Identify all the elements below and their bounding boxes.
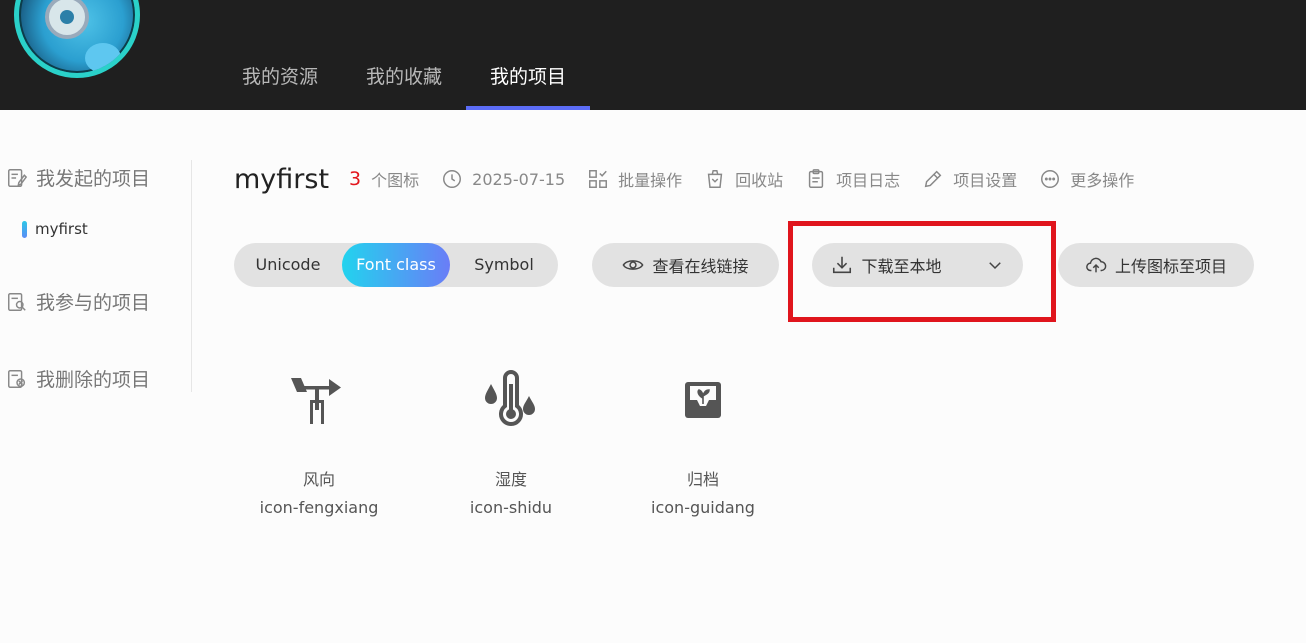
batch-operation-label: 批量操作 (618, 171, 683, 190)
top-header: 我的资源 我的收藏 我的项目 (0, 0, 1306, 110)
clipboard-icon (809, 169, 824, 188)
icon-count-suffix: 个图标 (371, 167, 419, 191)
project-settings-button[interactable]: 项目设置 (922, 167, 1017, 191)
sidebar-project-label: myfirst (35, 220, 88, 238)
tab-my-projects[interactable]: 我的项目 (466, 52, 591, 110)
recycle-bin-button[interactable]: 回收站 (704, 167, 783, 191)
code-mode-switch: Unicode Font class Symbol (234, 243, 558, 287)
download-local-label: 下载至本地 (861, 257, 942, 276)
batch-icon (589, 170, 608, 188)
icon-name: 湿度 (494, 470, 527, 489)
icon-code: icon-guidang (651, 498, 755, 517)
project-log-label: 项目日志 (836, 171, 901, 190)
project-sidebar: 我发起的项目 myfirst 我参与的项目 我删除的项目 (0, 160, 192, 392)
icon-name: 归档 (686, 470, 719, 489)
icon-count-suffix-text: 个图标 (371, 171, 420, 190)
view-online-link-label: 查看在线链接 (652, 257, 749, 276)
archive-icon (685, 382, 721, 418)
pencil-icon (924, 170, 942, 188)
wind-vane-icon (291, 378, 341, 424)
more-actions-label: 更多操作 (1070, 171, 1135, 190)
icon-card[interactable]: 湿度 icon-shidu (416, 370, 606, 517)
download-local-button[interactable]: 下载至本地 (812, 243, 1023, 287)
more-actions-button[interactable]: 更多操作 (1039, 167, 1134, 191)
mode-unicode[interactable]: Unicode (234, 243, 342, 287)
icon-card[interactable]: 风向 icon-fengxiang (224, 370, 414, 517)
icon-count: 3 (349, 168, 362, 190)
thermometer-humidity-icon (485, 370, 535, 426)
active-indicator (22, 220, 27, 238)
sidebar-item-initiated[interactable]: 我发起的项目 (6, 164, 150, 191)
delete-document-icon (8, 369, 26, 388)
user-avatar[interactable] (14, 0, 140, 78)
project-date-text: 2025-07-15 (472, 169, 566, 189)
trash-icon (707, 170, 723, 188)
icon-code: icon-fengxiang (259, 498, 379, 517)
clock-icon (443, 170, 462, 188)
tab-my-favorites[interactable]: 我的收藏 (342, 52, 466, 110)
upload-icons-label: 上传图标至项目 (1114, 257, 1227, 276)
sidebar-item-deleted[interactable]: 我删除的项目 (6, 365, 150, 392)
mode-font-class[interactable]: Font class (342, 243, 450, 287)
download-icon (833, 256, 852, 274)
recycle-bin-label: 回收站 (735, 171, 784, 190)
avatar-eye (45, 0, 89, 39)
sidebar-item-participated[interactable]: 我参与的项目 (6, 288, 150, 315)
chevron-down-icon[interactable] (986, 256, 1004, 274)
sidebar-project-myfirst[interactable]: myfirst (22, 220, 88, 238)
project-log-button[interactable]: 项目日志 (805, 167, 900, 191)
project-date: 2025-07-15 (441, 168, 565, 190)
search-document-icon (8, 292, 26, 311)
icon-code: icon-shidu (469, 498, 553, 517)
view-online-link-button[interactable]: 查看在线链接 (592, 243, 779, 287)
tab-my-resources[interactable]: 我的资源 (218, 52, 342, 110)
sidebar-item-label: 我发起的项目 (36, 168, 151, 190)
icon-card[interactable]: 归档 icon-guidang (608, 370, 798, 517)
edit-document-icon (8, 168, 28, 187)
main-nav: 我的资源 我的收藏 我的项目 (218, 52, 591, 110)
eye-icon (623, 260, 644, 270)
batch-operation-button[interactable]: 批量操作 (587, 167, 682, 191)
upload-icons-button[interactable]: 上传图标至项目 (1058, 243, 1254, 287)
more-icon (1041, 170, 1060, 188)
project-settings-label: 项目设置 (953, 171, 1018, 190)
project-meta-row: myfirst 3 个图标 2025-07-15 批量操作 回收站 项目日志 项… (234, 160, 1156, 198)
avatar-ear (85, 43, 121, 73)
sidebar-item-label: 我参与的项目 (36, 292, 151, 314)
sidebar-item-label: 我删除的项目 (36, 369, 151, 391)
mode-symbol[interactable]: Symbol (450, 243, 558, 287)
cloud-upload-icon (1086, 257, 1107, 273)
project-title: myfirst (234, 163, 330, 195)
icon-name: 风向 (302, 470, 335, 489)
